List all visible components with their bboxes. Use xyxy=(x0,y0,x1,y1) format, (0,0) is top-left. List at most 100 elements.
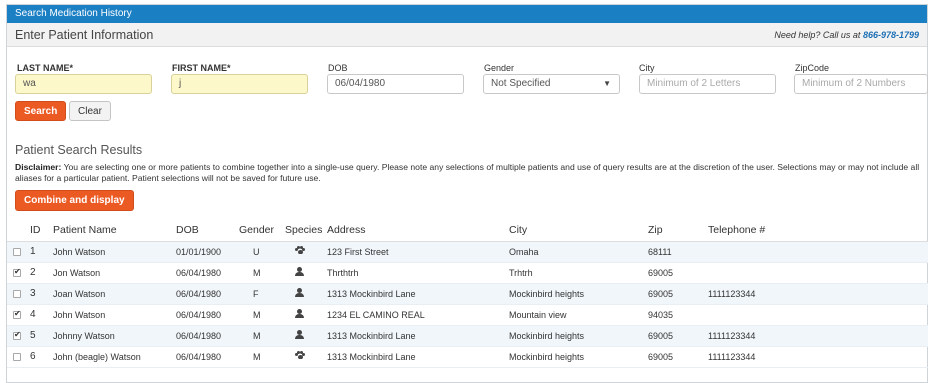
cell-city: Omaha xyxy=(509,241,648,263)
col-header-species[interactable]: Species xyxy=(285,219,327,242)
zipcode-input[interactable]: Minimum of 2 Numbers xyxy=(794,74,928,94)
paw-icon xyxy=(295,351,305,360)
cell-address: 1313 Mockinbird Lane xyxy=(327,325,509,347)
col-header-id[interactable]: ID xyxy=(30,219,53,242)
col-header-dob[interactable]: DOB xyxy=(176,219,239,242)
search-button[interactable]: Search xyxy=(15,101,67,121)
row-checkbox[interactable] xyxy=(13,267,21,277)
cell-address: 1313 Mockinbird Lane xyxy=(327,283,509,305)
col-header-address[interactable]: Address xyxy=(327,219,509,242)
cell-id: 1 xyxy=(30,241,53,263)
table-row[interactable]: 6 John (beagle) Watson 06/04/1980 M 1313 Moc… xyxy=(7,346,928,368)
city-label: City xyxy=(639,63,655,73)
cell-dob: 01/01/1900 xyxy=(176,241,239,263)
table-row[interactable]: 2Jon Watson06/04/1980M ThrthtrhTrhtrh6900… xyxy=(7,262,928,284)
dob-input[interactable]: 06/04/1980 xyxy=(327,74,464,94)
col-header-patient-name[interactable]: Patient Name xyxy=(53,219,176,242)
caret-down-icon: ▼ xyxy=(603,79,611,88)
cell-zip: 94035 xyxy=(648,304,708,326)
disclaimer-text: You are selecting one or more patients t… xyxy=(15,162,920,183)
row-checkbox[interactable] xyxy=(13,330,21,340)
col-header-telephone[interactable]: Telephone # xyxy=(708,219,928,242)
first-name-input[interactable]: j xyxy=(171,74,308,94)
cell-telephone: 1111123344 xyxy=(708,283,928,305)
row-checkbox[interactable] xyxy=(13,247,21,256)
cell-telephone xyxy=(708,262,928,284)
cell-gender: M xyxy=(239,346,285,368)
cell-species xyxy=(285,346,327,368)
cell-patient-name: John Watson xyxy=(53,304,176,326)
gender-label: Gender xyxy=(484,63,515,73)
cell-species xyxy=(285,325,327,347)
col-header-city[interactable]: City xyxy=(509,219,648,242)
paw-icon xyxy=(295,246,305,255)
row-checkbox[interactable] xyxy=(13,309,21,319)
cell-telephone xyxy=(708,304,928,326)
cell-dob: 06/04/1980 xyxy=(176,325,239,347)
cell-address: 1234 EL CAMINO REAL xyxy=(327,304,509,326)
cell-zip: 69005 xyxy=(648,262,708,284)
cell-patient-name: Johnny Watson xyxy=(53,325,176,347)
cell-address: Thrthtrh xyxy=(327,262,509,284)
results-title: Patient Search Results xyxy=(15,143,143,157)
cell-address: 123 First Street xyxy=(327,241,509,263)
cell-zip: 69005 xyxy=(648,346,708,368)
person-icon xyxy=(295,330,304,339)
cell-zip: 69005 xyxy=(648,325,708,347)
cell-id: 3 xyxy=(30,283,53,305)
table-row[interactable]: 5Johnny Watson06/04/1980M 1313 Mockinbird… xyxy=(7,325,928,347)
cell-city: Mountain view xyxy=(509,304,648,326)
cell-id: 4 xyxy=(30,304,53,326)
col-header-zip[interactable]: Zip xyxy=(648,219,708,242)
cell-dob: 06/04/1980 xyxy=(176,262,239,284)
section-title: Enter Patient Information xyxy=(15,28,154,42)
city-input[interactable]: Minimum of 2 Letters xyxy=(639,74,776,94)
gender-select[interactable]: Not Specified ▼ xyxy=(483,74,620,94)
cell-zip: 69005 xyxy=(648,283,708,305)
help-label: Need help? Call us at xyxy=(774,30,861,40)
cell-city: Mockinbird heights xyxy=(509,283,648,305)
last-name-label: LAST NAME* xyxy=(17,63,73,73)
patient-results-table: ID Patient Name DOB Gender Species Addre… xyxy=(7,219,928,368)
cell-dob: 06/04/1980 xyxy=(176,304,239,326)
cell-address: 1313 Mockinbird Lane xyxy=(327,346,509,368)
medication-history-panel: Search Medication History Enter Patient … xyxy=(6,4,928,383)
cell-species xyxy=(285,241,327,263)
window-title: Search Medication History xyxy=(7,5,927,23)
person-icon xyxy=(295,309,304,318)
disclaimer-label: Disclaimer: xyxy=(15,162,62,172)
cell-species xyxy=(285,262,327,284)
cell-gender: M xyxy=(239,325,285,347)
cell-dob: 06/04/1980 xyxy=(176,346,239,368)
last-name-input[interactable]: wa xyxy=(15,74,152,94)
cell-telephone: 1111123344 xyxy=(708,325,928,347)
table-row[interactable]: 1 John Watson 01/01/1900 U 123 First Street O… xyxy=(7,241,928,263)
cell-patient-name: Jon Watson xyxy=(53,262,176,284)
row-checkbox[interactable] xyxy=(13,289,21,298)
cell-zip: 68111 xyxy=(648,241,708,263)
cell-id: 2 xyxy=(30,262,53,284)
cell-id: 6 xyxy=(30,346,53,368)
cell-dob: 06/04/1980 xyxy=(176,283,239,305)
row-checkbox[interactable] xyxy=(13,352,21,361)
table-row[interactable]: 4John Watson06/04/1980M 1234 EL CAMINO RE… xyxy=(7,304,928,326)
cell-id: 5 xyxy=(30,325,53,347)
table-row[interactable]: 3 Joan Watson 06/04/1980 F 1313 Mockinbird L… xyxy=(7,283,928,305)
cell-gender: F xyxy=(239,283,285,305)
cell-patient-name: John Watson xyxy=(53,241,176,263)
cell-city: Mockinbird heights xyxy=(509,325,648,347)
combine-display-button[interactable]: Combine and display xyxy=(15,190,134,211)
cell-city: Mockinbird heights xyxy=(509,346,648,368)
person-icon xyxy=(295,288,304,297)
cell-gender: M xyxy=(239,304,285,326)
gender-selected-value: Not Specified xyxy=(491,78,551,89)
cell-telephone xyxy=(708,241,928,263)
person-icon xyxy=(295,267,304,276)
help-phone-link[interactable]: 866-978-1799 xyxy=(863,30,919,40)
help-text: Need help? Call us at 866-978-1799 xyxy=(774,30,919,40)
cell-telephone: 1111123344 xyxy=(708,346,928,368)
cell-patient-name: Joan Watson xyxy=(53,283,176,305)
patient-info-header: Enter Patient Information Need help? Cal… xyxy=(7,23,927,47)
clear-button[interactable]: Clear xyxy=(69,101,111,121)
col-header-gender[interactable]: Gender xyxy=(239,219,285,242)
